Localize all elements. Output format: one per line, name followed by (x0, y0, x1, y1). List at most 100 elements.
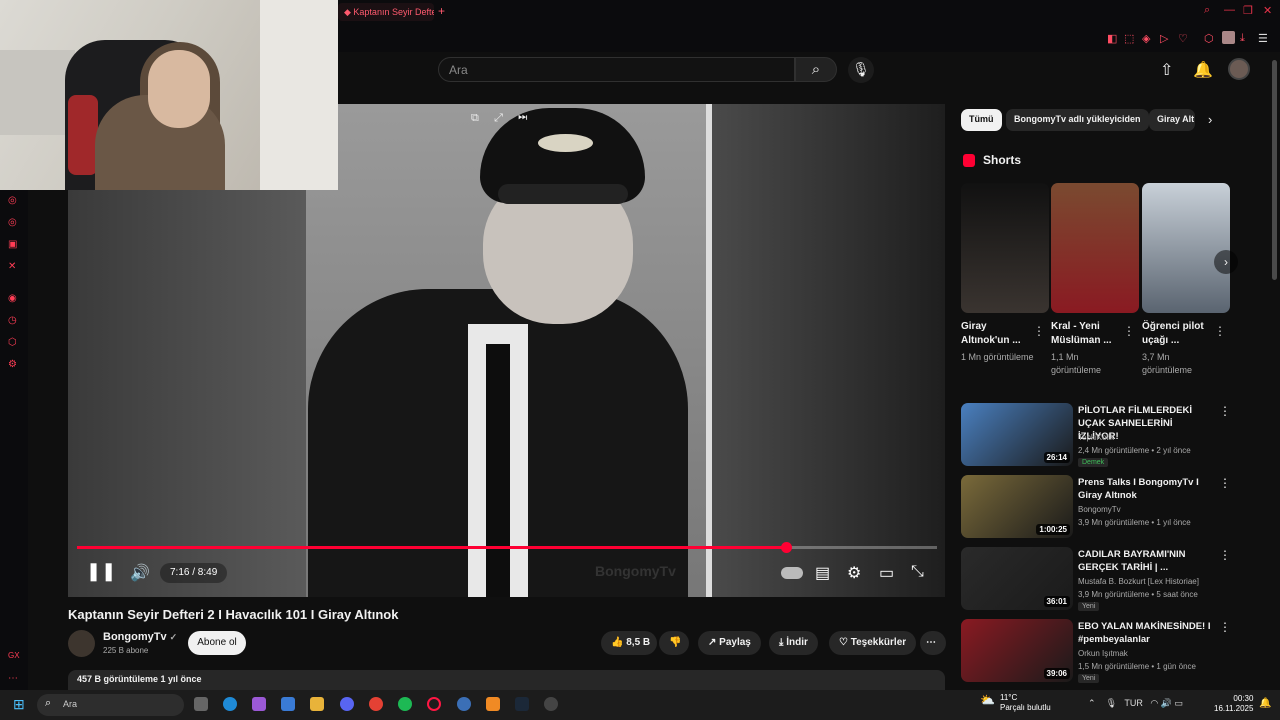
rec-title[interactable]: CADILAR BAYRAMI'NIN GERÇEK TARİHİ | ... (1078, 548, 1213, 574)
short-thumbnail[interactable] (1051, 183, 1139, 313)
volume-icon[interactable]: 🔊 (130, 563, 150, 583)
more-sidebar-icon[interactable]: ⋯ (8, 673, 18, 684)
skip-next-icon[interactable]: ⏭ (518, 112, 527, 124)
volume-tray-icon[interactable]: 🔊 (1161, 698, 1172, 708)
browser-tab[interactable]: ◆ Kaptanın Seyir Defteri (338, 3, 434, 21)
fullscreen-icon[interactable]: ⤡ (911, 563, 924, 581)
more-actions-button[interactable]: ⋯ (920, 631, 946, 655)
short-title[interactable]: Öğrenci pilot uçağı ... (1142, 320, 1212, 348)
extensions-sidebar-icon[interactable]: ⬡ (8, 337, 17, 348)
battery-icon[interactable]: ▭ (1174, 698, 1183, 708)
app-icon[interactable] (486, 697, 500, 711)
rec-channel[interactable]: Mustafa B. Bozkurt [Lex Historiae] (1078, 575, 1218, 588)
bookmark-icon[interactable]: ◧ (1107, 32, 1117, 45)
opera-gx-icon[interactable] (427, 697, 441, 711)
notification-center-icon[interactable]: 🔔 (1259, 698, 1271, 709)
task-view-icon[interactable] (194, 697, 208, 711)
wifi-icon[interactable]: ◠ (1150, 698, 1158, 708)
short-menu-icon[interactable]: ⋮ (1214, 324, 1226, 338)
start-icon[interactable]: ⊞ (13, 696, 25, 713)
thanks-button[interactable]: ♡ Teşekkürler (829, 631, 917, 655)
maximize-icon[interactable]: ❐ (1243, 4, 1253, 17)
shield-icon[interactable]: ◈ (1142, 32, 1150, 45)
upload-icon[interactable]: ⇧ (1160, 60, 1173, 80)
download-button[interactable]: ⤓ İndir (769, 631, 818, 655)
shorts-next-button[interactable]: › (1214, 250, 1238, 274)
spotify-icon[interactable] (398, 697, 412, 711)
app-icon[interactable] (457, 697, 471, 711)
store-icon[interactable] (281, 697, 295, 711)
scrollbar[interactable] (1272, 60, 1277, 280)
search-tabs-icon[interactable]: ⌕ (1204, 4, 1210, 17)
account-avatar[interactable] (1228, 58, 1250, 80)
history-icon[interactable]: ◷ (8, 315, 17, 326)
like-button[interactable]: 👍 8,5 B (601, 631, 657, 655)
short-title[interactable]: Kral - Yeni Müslüman ... (1051, 320, 1121, 348)
file-explorer-icon[interactable] (310, 697, 324, 711)
tray-chevron-icon[interactable]: ⌃ (1088, 698, 1096, 708)
autoplay-toggle[interactable] (781, 567, 803, 579)
close-icon[interactable]: ✕ (1263, 4, 1272, 17)
subtitles-icon[interactable]: ▤ (815, 563, 830, 583)
player-icon[interactable]: ◉ (8, 293, 17, 304)
voice-search-button[interactable]: 🎙 (848, 57, 874, 83)
discord-icon[interactable] (340, 697, 354, 711)
rec-menu-icon[interactable]: ⋮ (1219, 620, 1231, 634)
subscribe-button[interactable]: Abone ol (188, 631, 246, 655)
theater-mode-icon[interactable]: ▭ (879, 563, 894, 583)
minimize-icon[interactable]: — (1224, 4, 1235, 16)
short-menu-icon[interactable]: ⋮ (1033, 324, 1045, 338)
short-thumbnail[interactable] (961, 183, 1049, 313)
chrome-icon[interactable] (369, 697, 383, 711)
miniplayer-icon[interactable]: ⧉ (471, 112, 479, 124)
taskbar-clock[interactable]: 00:30 16.11.2025 (1214, 694, 1253, 714)
short-menu-icon[interactable]: ⋮ (1123, 324, 1135, 338)
extensions-icon[interactable]: ⬡ (1204, 32, 1214, 45)
rec-channel[interactable]: TepkiKolik (1078, 431, 1218, 444)
heart-icon[interactable]: ♡ (1178, 32, 1188, 45)
steam-icon[interactable] (515, 697, 529, 711)
x-icon[interactable]: ✕ (8, 261, 16, 272)
chip-uploader[interactable]: BongomyTv adlı yükleyiciden (1006, 109, 1149, 131)
share-button[interactable]: ↗ Paylaş (698, 631, 761, 655)
chip-giray[interactable]: Giray Alt (1149, 109, 1195, 131)
rec-thumbnail[interactable]: 26:14 (961, 403, 1073, 466)
chevron-right-icon[interactable]: › (1208, 112, 1212, 127)
rec-title[interactable]: Prens Talks I BongomyTv I Giray Altınok (1078, 476, 1213, 502)
rec-menu-icon[interactable]: ⋮ (1219, 548, 1231, 562)
search-input[interactable]: Ara (438, 57, 795, 82)
rec-thumbnail[interactable]: 36:01 (961, 547, 1073, 610)
messenger-icon[interactable]: ◎ (8, 195, 17, 206)
description-box[interactable]: 457 B görüntüleme 1 yıl önce (68, 670, 945, 690)
settings-sidebar-icon[interactable]: ⚙ (8, 359, 17, 370)
pip-icon[interactable]: ⤢ (494, 112, 503, 124)
progress-scrubber[interactable] (781, 542, 792, 553)
channel-avatar[interactable] (68, 630, 95, 657)
dislike-button[interactable]: 👎 (659, 631, 689, 655)
new-tab-button[interactable]: + (438, 4, 445, 18)
rec-channel[interactable]: Orkun Işıtmak (1078, 647, 1218, 660)
weather-widget[interactable]: ⛅ 11°C Parçalı bulutlu (980, 693, 1051, 713)
whatsapp-icon[interactable]: ◎ (8, 217, 17, 228)
edge-icon[interactable] (223, 697, 237, 711)
short-thumbnail[interactable] (1142, 183, 1230, 313)
rec-thumbnail[interactable]: 39:06 (961, 619, 1073, 682)
rec-thumbnail[interactable]: 1:00:25 (961, 475, 1073, 538)
profile-icon[interactable] (1222, 31, 1235, 44)
instagram-icon[interactable]: ▣ (8, 239, 17, 250)
channel-name[interactable]: BongomyTv ✓ (103, 631, 177, 643)
rec-title[interactable]: EBO YALAN MAKİNESİNDE! I #pembeyalanlar (1078, 620, 1213, 646)
pause-button[interactable]: ❚❚ (86, 561, 116, 582)
notifications-icon[interactable]: 🔔 (1193, 60, 1213, 80)
download-icon[interactable]: ⤓ (1240, 32, 1245, 45)
app-icon[interactable] (544, 697, 558, 711)
rec-channel[interactable]: BongomyTv (1078, 503, 1218, 516)
taskbar-search[interactable]: Ara (37, 694, 184, 716)
language-indicator[interactable]: TUR (1124, 698, 1143, 708)
gx-icon[interactable]: GX (8, 651, 20, 660)
snapshot-icon[interactable]: ⬚ (1124, 32, 1134, 45)
mic-tray-icon[interactable]: 🎙 (1106, 698, 1117, 708)
chip-all[interactable]: Tümü (961, 109, 1002, 131)
settings-icon[interactable]: ⚙ (847, 563, 861, 583)
copilot-icon[interactable] (252, 697, 266, 711)
